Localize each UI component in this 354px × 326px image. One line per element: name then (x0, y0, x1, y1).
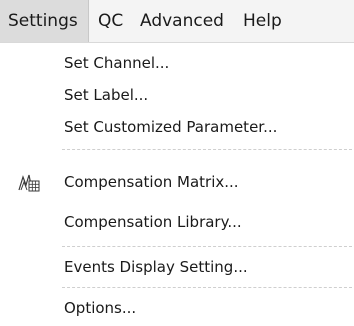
set-customized-parameter-item[interactable]: Set Customized Parameter... (54, 111, 354, 143)
compensation-library-item[interactable]: Compensation Library... (54, 206, 354, 238)
menu-separator (62, 246, 352, 247)
menu-separator (62, 149, 352, 150)
compensation-matrix-icon (18, 171, 40, 193)
menu-settings[interactable]: Settings (0, 0, 89, 42)
menubar: Settings QC Advanced Help (0, 0, 354, 43)
settings-dropdown-menu: Set Channel... Set Label... Set Customiz… (0, 43, 354, 326)
menu-separator (62, 287, 352, 288)
compensation-matrix-item[interactable]: Compensation Matrix... (54, 166, 354, 198)
menu-advanced[interactable]: Advanced (132, 0, 235, 42)
set-label-item[interactable]: Set Label... (54, 79, 354, 111)
events-display-setting-item[interactable]: Events Display Setting... (54, 251, 354, 283)
set-channel-item[interactable]: Set Channel... (54, 47, 354, 79)
options-item[interactable]: Options... (54, 292, 354, 324)
menu-help[interactable]: Help (235, 0, 295, 42)
menu-qc[interactable]: QC (90, 0, 132, 42)
